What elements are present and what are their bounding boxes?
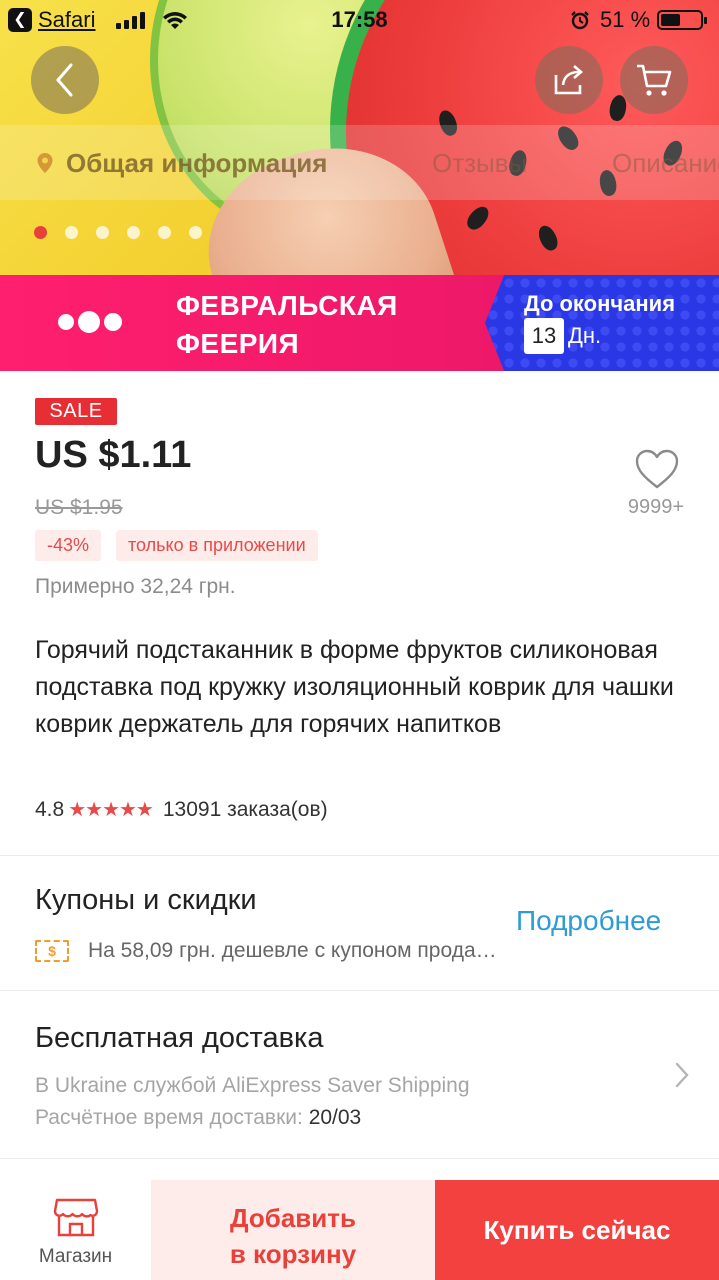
divider [0,855,719,856]
promo-title-line1: ФЕВРАЛЬСКАЯ [176,290,398,321]
cart-icon [637,64,672,96]
battery-icon [657,10,707,30]
orders-count: 13091 заказа(ов) [162,797,328,821]
rating-value: 4.8 [35,797,65,821]
old-price: US $1.95 [35,496,123,519]
tab-description[interactable]: Описание [612,148,719,179]
add-to-cart-line1: Добавить [230,1203,356,1233]
promo-days-unit: Дн. [568,323,602,348]
promo-title-line2: ФЕЕРИЯ [176,328,300,359]
sale-badge: SALE [35,398,117,425]
wishlist-count: 9999+ [627,496,685,518]
shipping-eta-date: 20/03 [308,1106,362,1129]
back-button[interactable] [31,46,99,114]
gallery-dot[interactable] [65,226,78,239]
alarm-icon [571,11,589,30]
gallery-pagination-dots [34,226,202,239]
rating-row[interactable]: 4.8 ★★★★★ 13091 заказа(ов) [35,797,328,822]
buy-now-button[interactable]: Купить сейчас [435,1180,719,1280]
battery-percent: 51 % [600,7,651,32]
wishlist-heart-icon[interactable] [634,448,680,490]
gallery-dot[interactable] [189,226,202,239]
shipping-method: В Ukraine службой AliExpress Saver Shipp… [35,1074,470,1097]
divider [0,1158,719,1159]
store-icon [53,1198,99,1237]
cart-button[interactable] [620,46,688,114]
gallery-dot[interactable] [158,226,171,239]
shipping-eta-label: Расчётное время доставки: [35,1106,303,1129]
gallery-dot[interactable] [34,226,47,239]
gallery-dot[interactable] [96,226,109,239]
share-icon [554,65,583,95]
chevron-right-icon[interactable] [672,1062,692,1088]
gallery-dot[interactable] [127,226,140,239]
coupons-more-link[interactable]: Подробнее [516,905,661,937]
shipping-title: Бесплатная доставка [35,1022,324,1054]
approx-local-price: Примерно 32,24 грн. [35,575,236,598]
tab-general-info[interactable]: Общая информация [66,148,327,179]
coupon-ticket-icon: $ [35,940,69,962]
add-to-cart-button[interactable]: Добавить в корзину [151,1180,435,1280]
coupons-title: Купоны и скидки [35,884,257,916]
rating-stars-icon: ★★★★★ [68,799,154,821]
add-to-cart-line2: в корзину [229,1239,357,1269]
promo-until-label: До окончания [524,291,676,316]
store-label: Магазин [38,1246,113,1267]
divider [0,990,719,991]
anchor-tabs: Общая информация Отзывы Описание [0,140,719,186]
promo-banner[interactable]: ФЕВРАЛЬСКАЯ ФЕЕРИЯ До окончания 13 Дн. [0,275,719,371]
product-title: Горячий подстаканник в форме фруктов сил… [35,636,674,738]
location-pin-icon [37,153,53,173]
current-price: US $1.11 [35,434,192,476]
chevron-left-icon [56,63,73,97]
promo-countdown-panel [485,275,719,371]
tab-reviews[interactable]: Отзывы [432,148,527,179]
promo-logo-icon [58,311,122,333]
share-button[interactable] [535,46,603,114]
shipping-eta: Расчётное время доставки: 20/03 [35,1106,361,1130]
discount-badge: -43% [35,530,102,561]
promo-title: ФЕВРАЛЬСКАЯ ФЕЕРИЯ [176,287,456,363]
coupon-description: На 58,09 грн. дешевле с купоном продавца [88,939,498,962]
promo-days-count: 13 [524,318,564,354]
battery-level-fill [661,14,680,26]
status-bar: ❮ Safari 17:58 51 % [0,0,719,40]
app-only-badge: только в приложении [116,530,318,561]
